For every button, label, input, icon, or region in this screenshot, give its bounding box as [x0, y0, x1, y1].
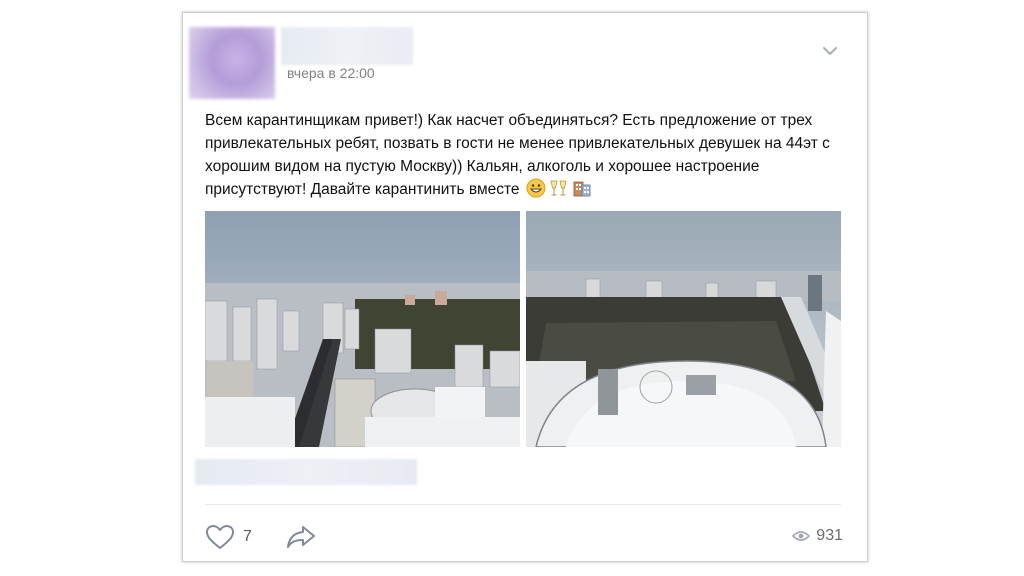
city-view-photo-right[interactable]: [526, 211, 841, 447]
footer-divider: [205, 504, 841, 505]
grinning-face-emoji: [526, 178, 546, 205]
champagne-glasses-emoji: [548, 178, 570, 205]
like-count: 7: [243, 528, 252, 545]
post-text-body: Всем карантинщикам привет!) Как насчет о…: [205, 112, 830, 198]
eye-icon: [792, 531, 811, 541]
chevron-down-icon[interactable]: [823, 44, 837, 58]
like-button[interactable]: 7: [205, 523, 252, 551]
share-arrow-icon[interactable]: [285, 524, 317, 550]
post-card: вчера в 22:00 Всем карантинщикам привет!…: [182, 12, 868, 562]
views-counter: 931: [792, 527, 843, 545]
heart-icon: [206, 525, 234, 549]
author-name-blurred[interactable]: [281, 27, 413, 65]
views-count: 931: [816, 527, 843, 544]
hotel-building-emoji: [572, 178, 592, 205]
post-text: Всем карантинщикам привет!) Как насчет о…: [205, 109, 845, 205]
attachment-link-blurred[interactable]: [195, 459, 417, 485]
author-avatar-blurred[interactable]: [189, 27, 275, 99]
city-view-photo-left[interactable]: [205, 211, 520, 447]
post-date[interactable]: вчера в 22:00: [287, 65, 375, 81]
